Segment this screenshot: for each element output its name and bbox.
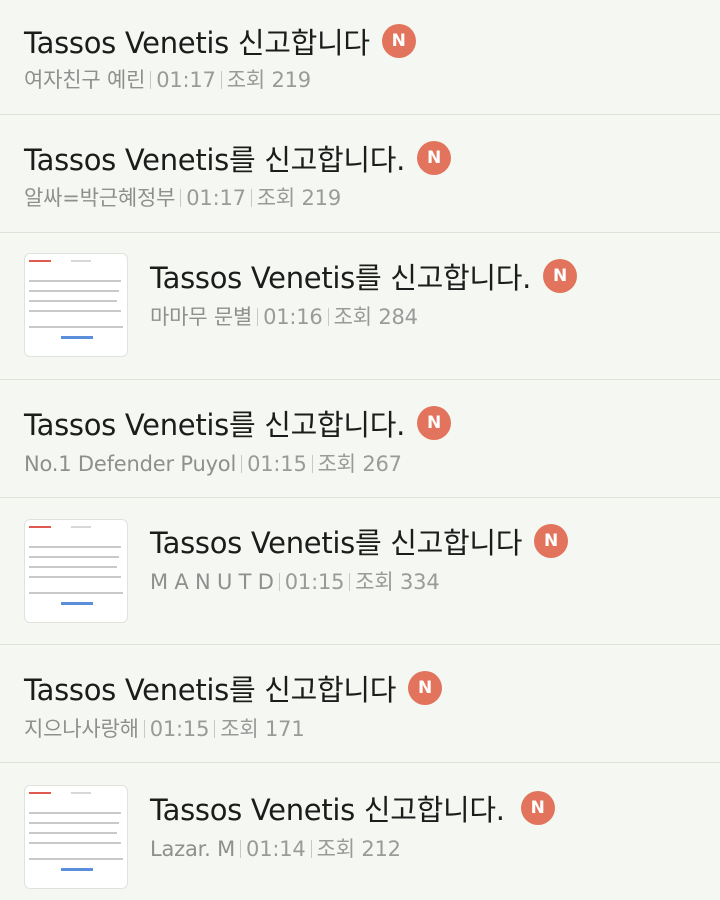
- list-item[interactable]: Tassos Venetis를 신고합니다 N M A N U T D 01:15…: [0, 498, 720, 645]
- new-badge: N: [534, 524, 569, 558]
- separator: [214, 720, 216, 738]
- post-author[interactable]: 여자친구 예린: [24, 68, 145, 92]
- post-time: 01:16: [263, 305, 323, 329]
- new-badge: N: [408, 671, 443, 705]
- list-item[interactable]: Tassos Venetis를 신고합니다. N No.1 Defender P…: [0, 380, 720, 498]
- post-title[interactable]: Tassos Venetis 신고합니다.: [150, 787, 505, 829]
- views-label: 조회: [317, 452, 356, 476]
- separator: [180, 189, 182, 207]
- post-time: 01:17: [156, 68, 216, 92]
- post-thumbnail[interactable]: [24, 253, 128, 357]
- post-meta: Lazar. M 01:14 조회 212: [150, 833, 401, 863]
- new-badge: N: [417, 141, 452, 175]
- post-time: 01:15: [247, 452, 307, 476]
- post-author[interactable]: M A N U T D: [150, 570, 274, 594]
- view-count: 219: [301, 186, 342, 210]
- separator: [241, 455, 243, 473]
- views-label: 조회: [333, 305, 372, 329]
- new-badge: N: [520, 791, 555, 825]
- separator: [257, 308, 259, 326]
- views-label: 조회: [355, 570, 394, 594]
- view-count: 171: [265, 717, 305, 741]
- separator: [220, 71, 222, 89]
- view-count: 212: [361, 837, 401, 861]
- separator: [150, 71, 152, 89]
- list-item[interactable]: Tassos Venetis를 신고합니다. N 알싸=박근혜정부 01:17 조회…: [0, 115, 720, 233]
- views-label: 조회: [256, 186, 296, 210]
- post-thumbnail[interactable]: [24, 519, 128, 623]
- list-item[interactable]: Tassos Venetis를 신고합니다. N 마마무 문별 01:16 조회 2…: [0, 233, 720, 380]
- post-title[interactable]: Tassos Venetis를 신고합니다.: [150, 255, 531, 297]
- views-label: 조회: [220, 717, 259, 741]
- view-count: 267: [362, 452, 402, 476]
- post-author[interactable]: 알싸=박근혜정부: [24, 186, 175, 210]
- separator: [349, 573, 351, 591]
- separator: [310, 840, 312, 858]
- post-time: 01:15: [284, 570, 345, 594]
- post-meta: 마마무 문별 01:16 조회 284: [150, 301, 418, 331]
- new-badge: N: [417, 406, 452, 440]
- post-title[interactable]: Tassos Venetis를 신고합니다: [150, 520, 522, 562]
- post-author[interactable]: Lazar. M: [150, 837, 235, 861]
- post-meta: M A N U T D 01:15 조회 334: [150, 566, 440, 596]
- view-count: 334: [400, 570, 440, 594]
- post-meta: No.1 Defender Puyol 01:15 조회 267: [24, 448, 402, 478]
- post-author[interactable]: 지으나사랑해: [24, 717, 139, 741]
- views-label: 조회: [316, 837, 355, 861]
- new-badge: N: [543, 259, 578, 293]
- post-list: Tassos Venetis 신고합니다 N 여자친구 예린 01:17 조회 21…: [0, 0, 720, 900]
- new-badge: N: [381, 24, 416, 58]
- post-author[interactable]: No.1 Defender Puyol: [24, 452, 236, 476]
- views-label: 조회: [226, 68, 265, 92]
- separator: [240, 840, 242, 858]
- list-item[interactable]: Tassos Venetis를 신고합니다 N 지으나사랑해 01:15 조회 17…: [0, 645, 720, 763]
- separator: [311, 455, 313, 473]
- view-count: 284: [378, 305, 418, 329]
- separator: [278, 573, 280, 591]
- separator: [143, 720, 145, 738]
- post-time: 01:14: [246, 837, 306, 861]
- post-thumbnail[interactable]: [24, 785, 128, 889]
- post-title[interactable]: Tassos Venetis 신고합니다: [24, 20, 370, 62]
- post-author[interactable]: 마마무 문별: [150, 305, 252, 329]
- post-title[interactable]: Tassos Venetis를 신고합니다.: [24, 402, 405, 444]
- post-meta: 여자친구 예린 01:17 조회 219: [24, 64, 311, 94]
- separator: [327, 308, 329, 326]
- list-item[interactable]: Tassos Venetis 신고합니다 N 여자친구 예린 01:17 조회 21…: [0, 0, 720, 115]
- list-item[interactable]: Tassos Venetis 신고합니다. N Lazar. M 01:14 조회 …: [0, 763, 720, 900]
- post-title[interactable]: Tassos Venetis를 신고합니다: [24, 667, 396, 709]
- post-meta: 알싸=박근혜정부 01:17 조회 219: [24, 182, 341, 212]
- view-count: 219: [271, 68, 311, 92]
- post-time: 01:17: [186, 186, 246, 210]
- post-time: 01:15: [149, 717, 210, 741]
- post-title[interactable]: Tassos Venetis를 신고합니다.: [24, 137, 405, 179]
- separator: [250, 189, 252, 207]
- post-meta: 지으나사랑해 01:15 조회 171: [24, 713, 305, 743]
